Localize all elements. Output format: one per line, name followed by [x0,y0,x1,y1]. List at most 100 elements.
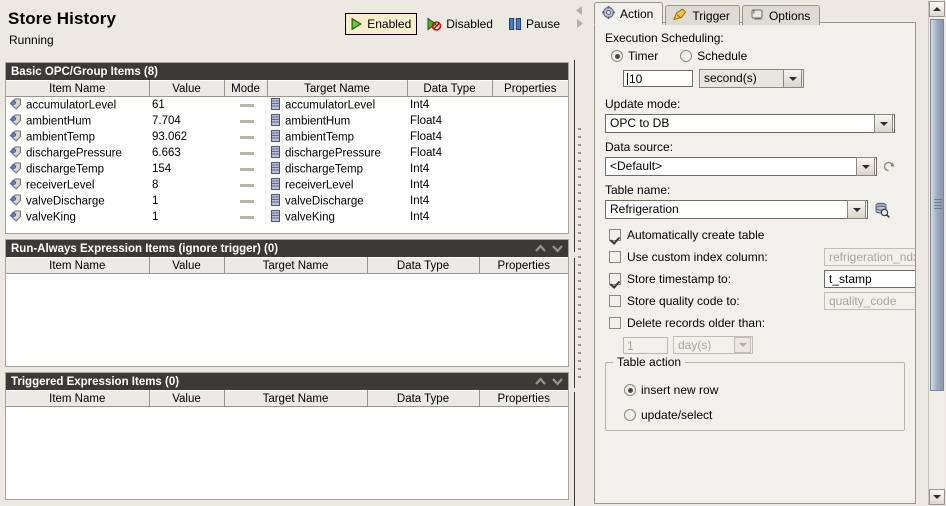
refresh-icon[interactable] [882,160,895,173]
delete-age-unit-combo[interactable]: day(s) [673,336,753,354]
section-header[interactable]: Basic OPC/Group Items (8) [6,63,568,80]
splitter-line-top [574,60,575,252]
delete-age-input[interactable]: 1 [623,336,668,354]
column-header-item-name[interactable]: Item Name [6,257,150,274]
table-row[interactable]: ambientTemp 93.062 ambientTemp Float4 [6,129,568,145]
column-header-value[interactable]: Value [149,390,225,407]
cell-target-name: valveDischarge [267,193,407,209]
section-basic-opc-group-items: Basic OPC/Group Items (8) Item Name Valu… [5,62,569,234]
table-row[interactable]: accumulatorLevel 61 accumulatorLevel Int4 [6,97,568,114]
table-row[interactable]: valveDischarge 1 valveDischarge Int4 [6,193,568,209]
data-source-combo[interactable]: <Default> [605,157,877,176]
radio-schedule[interactable] [680,50,693,62]
right-panel-scrollbar[interactable] [928,1,945,505]
tab-options[interactable]: Options [741,5,821,25]
cell-target-name: receiverLevel [267,177,407,193]
column-header-properties[interactable]: Properties [492,80,568,97]
table-row[interactable]: ambientHum 7.704 ambientHum Float4 [6,113,568,129]
checkbox-option-0[interactable] [609,229,621,241]
column-header-value[interactable]: Value [149,257,225,274]
column-header-target[interactable]: Target Name [267,80,408,97]
page-title: Store History [8,9,117,28]
table-row[interactable]: dischargeTemp 154 dischargeTemp Int4 [6,161,568,177]
tab-options-label: Options [768,8,811,23]
tag-icon [9,146,22,161]
tab-trigger[interactable]: Trigger [665,5,740,25]
update-mode-label: Update mode: [605,97,681,111]
option-field-2[interactable]: t_stamp [824,270,915,288]
section-header[interactable]: Run-Always Expression Items (ignore trig… [6,240,568,257]
panel-splitter[interactable] [574,0,585,506]
cell-data-type: Float4 [410,131,442,143]
data-source-label: Data source: [605,140,674,154]
section-collapse-controls[interactable] [534,373,564,390]
cell-item-name: dischargePressure [6,145,149,161]
action-tab-panel: Execution Scheduling: Timer Schedule 10 … [594,22,916,504]
checkbox-option-4[interactable] [609,317,621,329]
storage-options-list: Automatically create table Use custom ind… [605,228,915,330]
column-header-properties[interactable]: Properties [479,257,568,274]
column-header-data-type[interactable]: Data Type [407,80,493,97]
pause-button[interactable]: Pause [504,13,566,35]
interval-input[interactable]: 10 [623,70,693,87]
checkbox-option-1[interactable] [609,251,621,263]
option-field-1[interactable]: refrigeration_ndx [824,248,915,266]
interval-unit-combo[interactable]: second(s) [699,69,804,88]
cell-value: 1 [152,195,159,207]
tag-icon [9,194,22,209]
table-name-combo[interactable]: Refrigeration [605,200,868,219]
column-header-data-type[interactable]: Data Type [367,390,480,407]
enabled-label: Enabled [367,17,412,31]
chevron-down-icon[interactable] [856,157,875,176]
delete-age-unit-value: day(s) [678,337,712,352]
radio-insert-new-row[interactable] [624,384,636,396]
chevron-down-icon[interactable] [551,243,564,254]
cell-properties [492,129,568,145]
table-row[interactable]: receiverLevel 8 receiverLevel Int4 [6,177,568,193]
scroll-down-button[interactable] [929,489,945,505]
column-header-properties[interactable]: Properties [479,390,568,407]
chevron-down-icon[interactable] [734,337,751,353]
table-row[interactable]: dischargePressure 6.663 dischargePressure… [6,145,568,161]
disabled-button[interactable]: Disabled [422,13,499,35]
column-header-item-name[interactable]: Item Name [6,80,150,97]
splitter-arrows[interactable] [575,4,584,37]
cell-value: 8 [152,179,159,191]
chevron-down-icon[interactable] [874,114,893,133]
tag-icon [9,114,22,129]
radio-timer[interactable] [611,50,623,62]
chevron-down-icon[interactable] [783,69,802,88]
enabled-button[interactable]: Enabled [345,13,418,35]
section-collapse-controls[interactable] [534,240,564,257]
checkbox-option-3[interactable] [609,295,621,307]
tab-action[interactable]: Action [594,2,664,25]
cell-data-type: Float4 [410,115,442,127]
radio-timer-label: Timer [628,49,659,63]
cell-item-name: receiverLevel [6,177,149,193]
column-header-target[interactable]: Target Name [224,390,368,407]
chevron-down-icon[interactable] [551,376,564,387]
tag-icon [9,178,22,193]
chevron-down-icon[interactable] [847,200,866,219]
option-field-3[interactable]: quality_code [824,292,915,310]
column-header-mode[interactable]: Mode [224,80,268,97]
column-header-target[interactable]: Target Name [224,257,368,274]
column-header-item-name[interactable]: Item Name [6,390,150,407]
cell-data-type: Int4 [410,163,430,175]
update-mode-combo[interactable]: OPC to DB [605,114,895,133]
scroll-up-button[interactable] [929,1,945,17]
section-header[interactable]: Triggered Expression Items (0) [6,373,568,390]
chevron-up-icon[interactable] [534,243,547,254]
update-mode-value: OPC to DB [610,116,670,130]
chevron-up-icon[interactable] [534,376,547,387]
column-header-value[interactable]: Value [149,80,225,97]
option-row: Delete records older than: [609,316,905,330]
cell-item-name: valveKing [6,209,149,225]
table-row[interactable]: valveKing 1 valveKing Int4 [6,209,568,225]
database-search-icon[interactable] [874,202,890,218]
column-header-data-type[interactable]: Data Type [367,257,480,274]
radio-update-select[interactable] [624,409,636,421]
checkbox-option-2[interactable] [609,273,621,285]
scrollbar-thumb[interactable] [930,19,944,391]
section-title: Basic OPC/Group Items (8) [11,65,158,78]
